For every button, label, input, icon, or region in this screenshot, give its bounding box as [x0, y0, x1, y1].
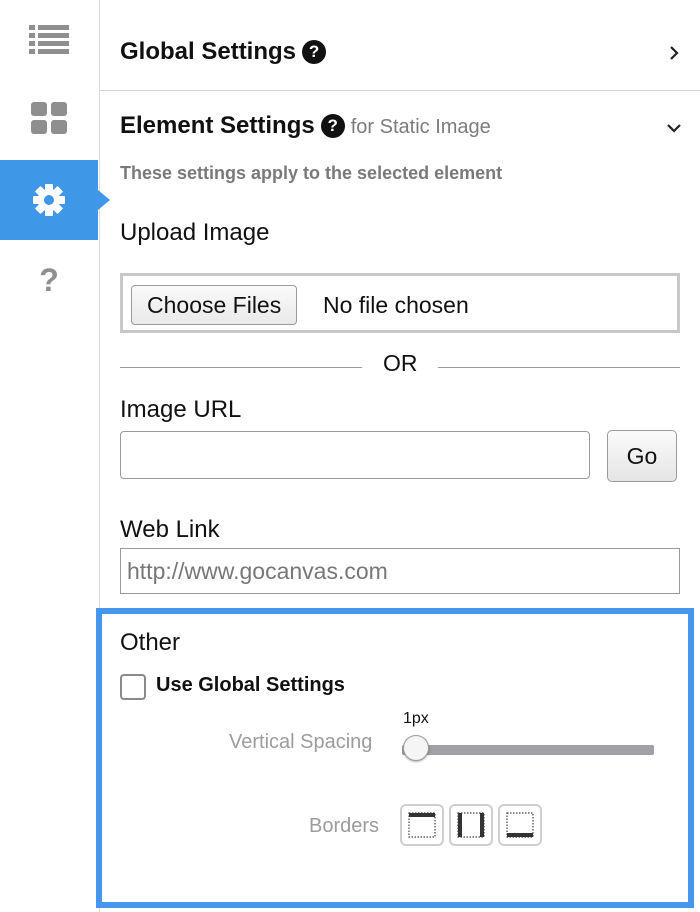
side-rail: ? [0, 0, 110, 912]
upload-image-label: Upload Image [120, 219, 270, 246]
vertical-spacing-slider-track[interactable] [402, 745, 654, 755]
rail-item-settings[interactable] [0, 160, 110, 240]
web-link-label: Web Link [120, 516, 220, 543]
web-link-input[interactable]: http://www.gocanvas.com [120, 548, 680, 594]
use-global-settings-checkbox[interactable] [120, 674, 146, 700]
divider-right [438, 367, 680, 368]
element-settings-title: Element Settings? for Static Image [120, 112, 491, 140]
rail-item-grid[interactable] [0, 78, 98, 158]
global-settings-header[interactable]: Global Settings? [100, 0, 700, 91]
go-button[interactable]: Go [607, 430, 677, 482]
chevron-right-icon[interactable] [666, 45, 682, 61]
vertical-spacing-label: Vertical Spacing [229, 731, 373, 753]
choose-files-button[interactable]: Choose Files [131, 285, 298, 325]
divider-left [120, 367, 362, 368]
or-divider-text: OR [383, 350, 418, 376]
border-top-icon [408, 812, 436, 838]
other-settings-section: Other Use Global Settings Vertical Spaci… [96, 608, 694, 908]
question-icon: ? [39, 261, 59, 298]
global-settings-title: Global Settings? [120, 38, 327, 66]
global-settings-label: Global Settings [120, 38, 297, 65]
rail-item-list[interactable] [0, 0, 98, 80]
border-bottom-icon [506, 812, 534, 838]
file-status-text: No file chosen [323, 292, 469, 318]
file-upload-field[interactable]: Choose Files No file chosen [120, 273, 680, 333]
rail-item-help[interactable]: ? [0, 240, 98, 320]
element-type-label: for Static Image [350, 116, 491, 138]
vertical-spacing-value: 1px [403, 710, 429, 727]
settings-panel: Global Settings? Element Settings? for St… [96, 0, 700, 912]
border-sides-button[interactable] [449, 804, 493, 846]
gear-icon [33, 184, 65, 216]
chevron-down-icon[interactable] [666, 120, 682, 136]
use-global-settings-label[interactable]: Use Global Settings [156, 674, 345, 697]
other-section-title: Other [120, 629, 181, 656]
list-icon [29, 25, 69, 54]
image-url-input[interactable] [120, 431, 590, 479]
element-settings-label: Element Settings [120, 112, 315, 139]
grid-icon [31, 102, 67, 134]
element-settings-note: These settings apply to the selected ele… [120, 163, 503, 183]
vertical-spacing-slider-thumb[interactable] [403, 735, 429, 761]
border-top-button[interactable] [400, 804, 444, 846]
border-sides-icon [457, 812, 485, 838]
image-url-label: Image URL [120, 396, 242, 423]
help-icon[interactable]: ? [302, 40, 327, 64]
borders-label: Borders [309, 815, 380, 837]
help-icon[interactable]: ? [320, 114, 345, 138]
border-bottom-button[interactable] [498, 804, 542, 846]
